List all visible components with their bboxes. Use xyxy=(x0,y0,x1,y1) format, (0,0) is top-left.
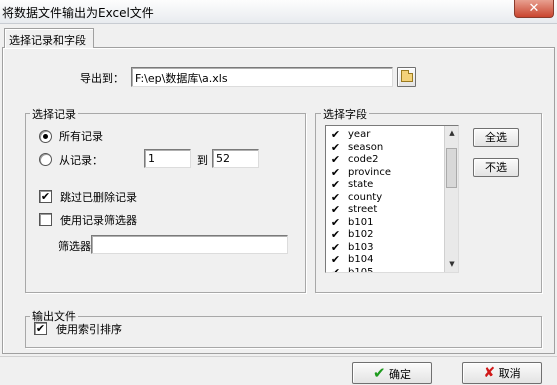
field-list-items: ✔ year ✔ season ✔ code2 ✔ province ✔ state ✔ c… xyxy=(326,129,444,273)
select-all-button[interactable]: 全选 xyxy=(473,128,519,147)
close-icon: ✕ xyxy=(528,1,540,16)
skip-deleted-checkbox[interactable]: ✔ xyxy=(39,190,52,203)
record-group-title: 选择记录 xyxy=(30,106,78,122)
export-label: 导出到： xyxy=(80,72,124,85)
check-icon: ✔ xyxy=(330,240,341,254)
check-icon: ✔ xyxy=(330,265,341,273)
use-filter-checkbox[interactable] xyxy=(39,213,52,226)
ok-label: 确定 xyxy=(389,368,412,381)
cancel-label: 取消 xyxy=(498,367,521,380)
filter-label: 筛选器 xyxy=(58,240,91,253)
check-icon: ✔ xyxy=(330,165,341,179)
field-name: b102 xyxy=(348,229,374,240)
to-record-field[interactable]: 52 xyxy=(212,149,259,168)
check-icon: ✔ xyxy=(330,178,341,191)
to-label: 到 xyxy=(197,154,208,167)
tab-select-records-fields[interactable]: 选择记录和字段 xyxy=(4,28,94,48)
field-name: county xyxy=(348,191,383,203)
list-item[interactable]: ✔ b105 xyxy=(326,265,444,273)
scroll-thumb[interactable] xyxy=(446,148,457,188)
check-icon: ✔ xyxy=(330,203,341,216)
field-name: street xyxy=(348,204,378,215)
list-item[interactable]: ✔ year xyxy=(326,129,444,142)
from-record-field[interactable]: 1 xyxy=(144,149,191,168)
list-item[interactable]: ✔ state xyxy=(326,179,444,192)
cancel-x-icon: ✘ xyxy=(483,365,496,381)
tab-label: 选择记录和字段 xyxy=(9,34,86,47)
field-list[interactable]: ✔ year ✔ season ✔ code2 ✔ province ✔ state ✔ c… xyxy=(325,125,459,273)
field-name: b104 xyxy=(348,254,374,265)
select-none-button[interactable]: 不选 xyxy=(473,158,519,177)
list-item[interactable]: ✔ b103 xyxy=(326,242,444,255)
list-item[interactable]: ✔ street xyxy=(326,204,444,217)
list-item[interactable]: ✔ season xyxy=(326,142,444,155)
title-bar: 将数据文件输出为Excel文件 ✕ xyxy=(0,0,557,24)
filter-input[interactable] xyxy=(91,235,288,254)
all-records-radio[interactable] xyxy=(39,130,52,143)
list-item[interactable]: ✔ county xyxy=(326,192,444,205)
from-record-label: 从记录： xyxy=(59,154,103,167)
cancel-button[interactable]: ✘ 取消 xyxy=(462,362,542,384)
field-name: b101 xyxy=(348,216,374,228)
ok-check-icon: ✔ xyxy=(372,364,386,382)
field-name: state xyxy=(348,179,374,190)
skip-deleted-label: 跳过已删除记录 xyxy=(60,191,137,204)
close-button[interactable]: ✕ xyxy=(514,0,554,18)
list-item[interactable]: ✔ b102 xyxy=(326,229,444,242)
ok-button[interactable]: ✔ 确定 xyxy=(352,362,432,384)
field-name: b105 xyxy=(348,266,374,273)
use-filter-label: 使用记录筛选器 xyxy=(60,214,137,227)
field-name: code2 xyxy=(348,154,379,165)
field-name: season xyxy=(348,141,384,153)
check-icon: ✔ xyxy=(40,190,51,203)
all-records-label: 所有记录 xyxy=(59,130,103,143)
check-icon: ✔ xyxy=(330,215,341,229)
field-name: province xyxy=(348,166,392,178)
field-group-title: 选择字段 xyxy=(321,106,369,122)
list-item[interactable]: ✔ b104 xyxy=(326,254,444,267)
from-record-radio[interactable] xyxy=(39,153,52,166)
check-icon: ✔ xyxy=(35,322,46,335)
browse-button[interactable] xyxy=(397,67,416,87)
list-item[interactable]: ✔ province xyxy=(326,167,444,180)
list-item[interactable]: ✔ code2 xyxy=(326,154,444,167)
export-path-field[interactable]: F:\ep\数据库\a.xls xyxy=(131,67,393,87)
check-icon: ✔ xyxy=(330,253,341,266)
window-title: 将数据文件输出为Excel文件 xyxy=(2,6,154,20)
list-item[interactable]: ✔ b101 xyxy=(326,217,444,230)
check-icon: ✔ xyxy=(330,228,341,241)
field-list-scrollbar[interactable]: ▲ ▼ xyxy=(444,126,458,272)
check-icon: ✔ xyxy=(330,128,341,141)
folder-icon xyxy=(401,70,413,82)
check-icon: ✔ xyxy=(330,190,341,204)
scroll-down-icon[interactable]: ▼ xyxy=(446,258,458,270)
scroll-up-icon[interactable]: ▲ xyxy=(446,127,458,139)
field-name: b103 xyxy=(348,241,374,253)
use-index-label: 使用索引排序 xyxy=(56,323,122,336)
check-icon: ✔ xyxy=(330,153,341,166)
check-icon: ✔ xyxy=(330,140,341,154)
use-index-checkbox[interactable]: ✔ xyxy=(34,322,47,335)
field-name: year xyxy=(348,129,371,140)
